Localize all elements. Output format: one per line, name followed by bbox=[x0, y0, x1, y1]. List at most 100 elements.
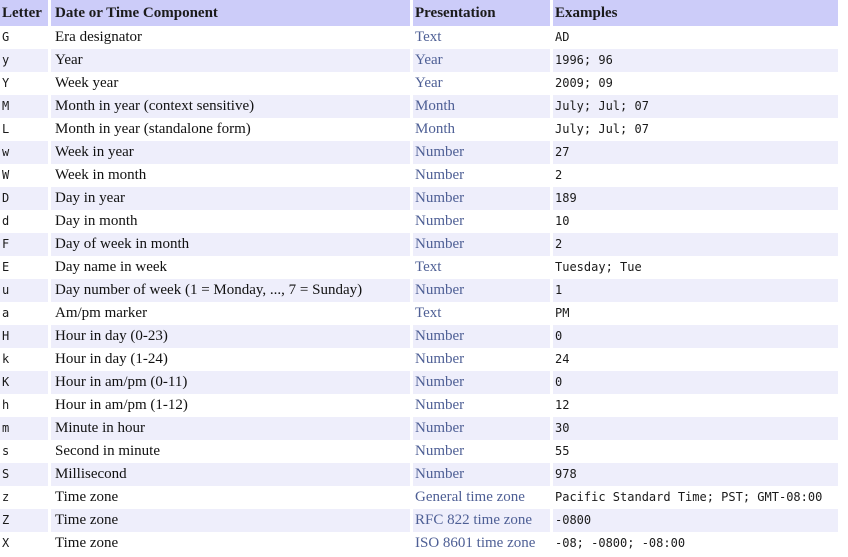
table-row: w Week in year Number 27 bbox=[0, 141, 838, 164]
cell-component: Week year bbox=[51, 72, 413, 95]
cell-letter: D bbox=[0, 187, 51, 210]
cell-letter: a bbox=[0, 302, 51, 325]
cell-letter: s bbox=[0, 440, 51, 463]
table-row: z Time zone General time zone Pacific Stand… bbox=[0, 486, 838, 509]
cell-component: Am/pm marker bbox=[51, 302, 413, 325]
table-row: y Year Year 1996; 96 bbox=[0, 49, 838, 72]
cell-presentation: Month bbox=[413, 95, 553, 118]
cell-letter: z bbox=[0, 486, 51, 509]
cell-presentation: Month bbox=[413, 118, 553, 141]
cell-examples: AD bbox=[553, 26, 838, 49]
cell-component: Time zone bbox=[51, 486, 413, 509]
table-row: a Am/pm marker Text PM bbox=[0, 302, 838, 325]
table-row: s Second in minute Number 55 bbox=[0, 440, 838, 463]
cell-presentation: Number bbox=[413, 325, 553, 348]
cell-examples: 2009; 09 bbox=[553, 72, 838, 95]
cell-presentation: Text bbox=[413, 256, 553, 279]
cell-presentation: Number bbox=[413, 141, 553, 164]
cell-presentation: Number bbox=[413, 348, 553, 371]
cell-presentation: Number bbox=[413, 210, 553, 233]
cell-examples: 0 bbox=[553, 325, 838, 348]
table-row: S Millisecond Number 978 bbox=[0, 463, 838, 486]
cell-component: Day in year bbox=[51, 187, 413, 210]
cell-letter: L bbox=[0, 118, 51, 141]
cell-letter: w bbox=[0, 141, 51, 164]
cell-presentation: Number bbox=[413, 417, 553, 440]
cell-presentation: RFC 822 time zone bbox=[413, 509, 553, 532]
table-header-row: Letter Date or Time Component Presentati… bbox=[0, 0, 838, 26]
table-row: M Month in year (context sensitive) Month J… bbox=[0, 95, 838, 118]
table-body: G Era designator Text AD y Year Year 1996; 96 Y W… bbox=[0, 26, 838, 555]
cell-presentation: Text bbox=[413, 302, 553, 325]
cell-examples: 27 bbox=[553, 141, 838, 164]
table-row: W Week in month Number 2 bbox=[0, 164, 838, 187]
cell-examples: 24 bbox=[553, 348, 838, 371]
cell-presentation: Number bbox=[413, 187, 553, 210]
cell-letter: u bbox=[0, 279, 51, 302]
cell-presentation: Text bbox=[413, 26, 553, 49]
cell-examples: 1 bbox=[553, 279, 838, 302]
cell-component: Day name in week bbox=[51, 256, 413, 279]
cell-examples: 55 bbox=[553, 440, 838, 463]
cell-letter: Y bbox=[0, 72, 51, 95]
table-row: F Day of week in month Number 2 bbox=[0, 233, 838, 256]
table-row: m Minute in hour Number 30 bbox=[0, 417, 838, 440]
cell-component: Week in month bbox=[51, 164, 413, 187]
cell-examples: 12 bbox=[553, 394, 838, 417]
cell-presentation: Number bbox=[413, 394, 553, 417]
cell-component: Hour in day (1-24) bbox=[51, 348, 413, 371]
table-row: G Era designator Text AD bbox=[0, 26, 838, 49]
cell-component: Week in year bbox=[51, 141, 413, 164]
table-row: E Day name in week Text Tuesday; Tue bbox=[0, 256, 838, 279]
cell-component: Millisecond bbox=[51, 463, 413, 486]
cell-component: Minute in hour bbox=[51, 417, 413, 440]
column-header-component: Date or Time Component bbox=[51, 0, 413, 26]
cell-examples: 978 bbox=[553, 463, 838, 486]
cell-letter: m bbox=[0, 417, 51, 440]
cell-component: Hour in am/pm (1-12) bbox=[51, 394, 413, 417]
cell-letter: E bbox=[0, 256, 51, 279]
cell-letter: S bbox=[0, 463, 51, 486]
cell-letter: F bbox=[0, 233, 51, 256]
cell-component: Year bbox=[51, 49, 413, 72]
cell-examples: 2 bbox=[553, 164, 838, 187]
cell-examples: 30 bbox=[553, 417, 838, 440]
cell-presentation: General time zone bbox=[413, 486, 553, 509]
cell-letter: M bbox=[0, 95, 51, 118]
column-header-examples: Examples bbox=[553, 0, 838, 26]
cell-component: Time zone bbox=[51, 532, 413, 555]
cell-presentation: Number bbox=[413, 463, 553, 486]
cell-examples: Pacific Standard Time; PST; GMT-08:00 bbox=[553, 486, 838, 509]
cell-presentation: Number bbox=[413, 371, 553, 394]
cell-examples: -0800 bbox=[553, 509, 838, 532]
cell-component: Month in year (context sensitive) bbox=[51, 95, 413, 118]
cell-examples: -08; -0800; -08:00 bbox=[553, 532, 838, 555]
table-row: K Hour in am/pm (0-11) Number 0 bbox=[0, 371, 838, 394]
table-row: X Time zone ISO 8601 time zone -08; -0800; … bbox=[0, 532, 838, 555]
cell-component: Time zone bbox=[51, 509, 413, 532]
cell-letter: G bbox=[0, 26, 51, 49]
cell-presentation: Year bbox=[413, 72, 553, 95]
column-header-presentation: Presentation bbox=[413, 0, 553, 26]
cell-component: Second in minute bbox=[51, 440, 413, 463]
cell-presentation: Number bbox=[413, 279, 553, 302]
cell-letter: Z bbox=[0, 509, 51, 532]
cell-examples: 10 bbox=[553, 210, 838, 233]
cell-letter: X bbox=[0, 532, 51, 555]
table-row: h Hour in am/pm (1-12) Number 12 bbox=[0, 394, 838, 417]
cell-examples: 189 bbox=[553, 187, 838, 210]
cell-examples: Tuesday; Tue bbox=[553, 256, 838, 279]
cell-presentation: Year bbox=[413, 49, 553, 72]
cell-presentation: Number bbox=[413, 440, 553, 463]
cell-letter: y bbox=[0, 49, 51, 72]
cell-examples: 0 bbox=[553, 371, 838, 394]
cell-component: Day in month bbox=[51, 210, 413, 233]
cell-examples: 2 bbox=[553, 233, 838, 256]
cell-examples: 1996; 96 bbox=[553, 49, 838, 72]
cell-letter: K bbox=[0, 371, 51, 394]
table-row: d Day in month Number 10 bbox=[0, 210, 838, 233]
cell-component: Hour in day (0-23) bbox=[51, 325, 413, 348]
table-row: L Month in year (standalone form) Month Jul… bbox=[0, 118, 838, 141]
cell-component: Month in year (standalone form) bbox=[51, 118, 413, 141]
cell-letter: k bbox=[0, 348, 51, 371]
